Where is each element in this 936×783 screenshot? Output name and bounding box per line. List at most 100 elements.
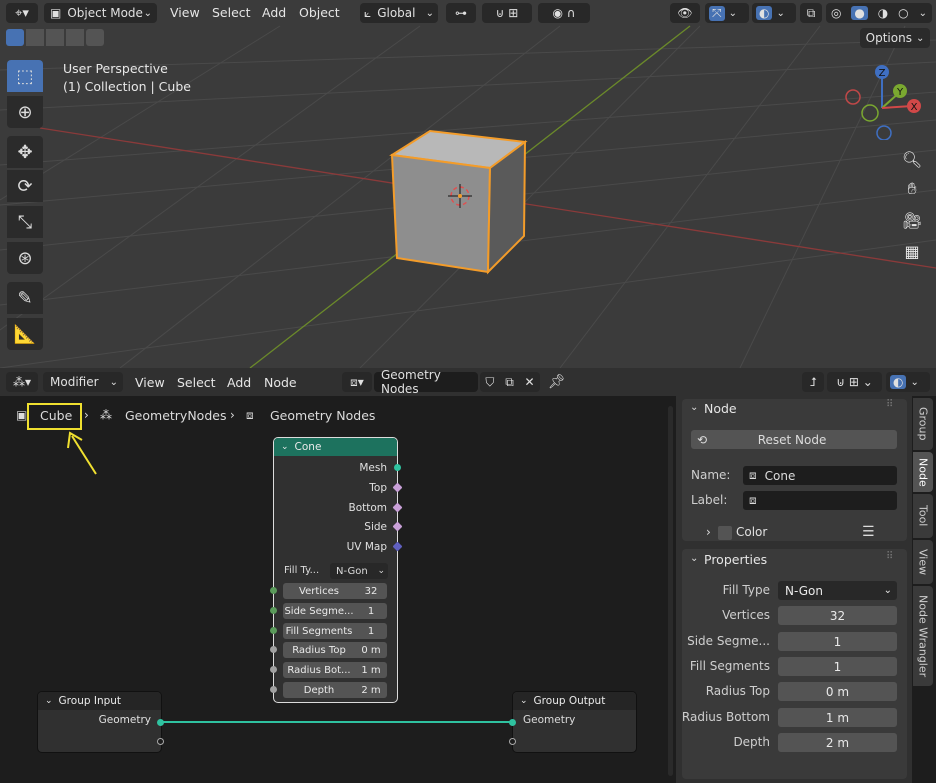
color-label[interactable]: Color [736, 525, 767, 539]
menu-node[interactable]: Node [264, 375, 297, 390]
object-mode-dropdown[interactable]: ▣ Object Mode ⌄ [44, 3, 157, 23]
camera-view-button[interactable]: 🎥︎ [897, 206, 927, 234]
navigation-gizmo[interactable]: Z Y X [840, 60, 930, 140]
pivot-point-button[interactable]: ⊶ [446, 3, 476, 23]
group-output-header[interactable]: ⌄ Group Output [513, 692, 636, 710]
group-output-node[interactable]: ⌄ Group Output Geometry [512, 691, 637, 753]
drag-handle-icon[interactable]: ⠿ [886, 399, 893, 410]
chevron-down-icon[interactable]: ⌄ [690, 553, 698, 564]
depth-field[interactable]: Depth 2 m [283, 682, 387, 698]
menu-select[interactable]: Select [177, 375, 216, 390]
menu-add[interactable]: Add [262, 5, 286, 20]
material-shading-icon[interactable]: ◑ [878, 6, 888, 20]
select-new-icon[interactable] [6, 29, 24, 46]
select-invert-icon[interactable] [66, 29, 84, 46]
menu-select[interactable]: Select [212, 5, 251, 20]
socket-group-output-geometry[interactable] [509, 719, 516, 726]
name-field[interactable]: ⧈ Cone [743, 466, 897, 485]
socket-group-input-geometry[interactable] [157, 719, 164, 726]
socket-depth-in[interactable] [270, 686, 277, 693]
transform-tool[interactable]: ⊛ [7, 242, 43, 274]
radius-bottom-field[interactable]: Radius Bot... 1 m [283, 662, 387, 678]
collapse-chevron-icon[interactable]: ⌄ [520, 696, 528, 706]
prop-radius-bottom-field[interactable]: 1 m [778, 708, 897, 727]
select-subtract-icon[interactable] [46, 29, 64, 46]
move-tool[interactable]: ✥ [7, 136, 43, 168]
xray-toggle[interactable]: ⧉ [800, 3, 822, 23]
transform-orientation-dropdown[interactable]: ⟀ Global ⌄ [360, 3, 438, 23]
options-dropdown[interactable]: Options ⌄ [860, 28, 930, 48]
menu-view[interactable]: View [135, 375, 165, 390]
measure-tool[interactable]: 📐 [7, 318, 43, 350]
proportional-edit-button[interactable]: ◉ ∩ [538, 3, 590, 23]
chevron-right-icon[interactable]: › [706, 525, 711, 539]
context-dropdown[interactable]: Modifier ⌄ [43, 372, 123, 392]
shading-modes[interactable]: ◎ ● ◑ ○ ⌄ [826, 3, 932, 23]
node-tree-browse[interactable]: ⧈▾ [342, 372, 372, 392]
socket-group-output-empty[interactable] [509, 738, 516, 745]
select-intersect-icon[interactable] [86, 29, 104, 46]
3d-viewport[interactable]: ⌖▾ ▣ Object Mode ⌄ View Select Add Objec… [0, 0, 936, 368]
prop-side-segments-field[interactable]: 1 [778, 632, 897, 651]
drag-handle-icon[interactable]: ⠿ [886, 551, 893, 562]
parent-node-tree-button[interactable]: ⮥ [802, 372, 824, 392]
visibility-button[interactable]: 👁 [670, 3, 700, 23]
fake-user-shield-icon[interactable]: ⛉ [485, 375, 494, 390]
socket-vertices-in[interactable] [270, 587, 277, 594]
prop-fill-segments-field[interactable]: 1 [778, 657, 897, 676]
socket-side-segments-in[interactable] [270, 607, 277, 614]
cone-node[interactable]: ⌄ Cone Mesh Top Bottom Side UV Map Fill T… [273, 437, 398, 703]
collapse-chevron-icon[interactable]: ⌄ [281, 442, 289, 452]
menu-object[interactable]: Object [299, 5, 340, 20]
group-input-node[interactable]: ⌄ Group Input Geometry [37, 691, 162, 753]
prop-vertices-field[interactable]: 32 [778, 606, 897, 625]
list-icon[interactable]: ☰ [862, 524, 875, 540]
snap-button[interactable]: ⊍ ⊞ [482, 3, 532, 23]
side-segments-field[interactable]: Side Segme... 1 [283, 603, 387, 619]
solid-shading-icon[interactable]: ● [851, 6, 868, 20]
fill-segments-field[interactable]: Fill Segments 1 [283, 623, 387, 639]
scrollbar[interactable] [668, 406, 673, 776]
scale-tool[interactable]: ⤡ [7, 206, 43, 238]
wireframe-shading-icon[interactable]: ◎ [831, 6, 841, 20]
menu-add[interactable]: Add [227, 375, 251, 390]
vertices-field[interactable]: Vertices 32 [283, 583, 387, 599]
pin-icon[interactable]: 📌︎ [548, 374, 566, 390]
prop-fill-type-dropdown[interactable]: N-Gon ⌄ [778, 581, 897, 600]
menu-view[interactable]: View [170, 5, 200, 20]
color-checkbox[interactable] [718, 526, 732, 540]
radius-top-field[interactable]: Radius Top 0 m [283, 642, 387, 658]
reset-node-button[interactable]: ⟲ Reset Node [691, 430, 897, 449]
editor-type-menu[interactable]: ⁂▾ [6, 372, 38, 392]
overlays-toggle[interactable]: ◐ ⌄ [886, 372, 930, 392]
rotate-tool[interactable]: ⟳ [7, 170, 43, 202]
prop-depth-field[interactable]: 2 m [778, 733, 897, 752]
label-field[interactable]: ⧈ [743, 491, 897, 510]
tab-node-wrangler[interactable]: Node Wrangler [913, 586, 933, 686]
perspective-toggle[interactable]: ▦ [897, 237, 927, 265]
socket-radius-bottom-in[interactable] [270, 666, 277, 673]
socket-mesh[interactable] [394, 464, 401, 471]
cone-node-header[interactable]: ⌄ Cone [274, 438, 397, 456]
socket-radius-top-in[interactable] [270, 646, 277, 653]
node-section-title[interactable]: Node [704, 401, 737, 416]
node-editor-canvas[interactable]: ▣ Cube › ⁂ GeometryNodes › ⧈ Geometry No… [0, 396, 676, 783]
select-box-tool[interactable]: ⬚ [7, 60, 43, 92]
overlays-toggle[interactable]: ◐ ⌄ [752, 3, 796, 23]
snap-button[interactable]: ⊍ ⊞ ⌄ [827, 372, 882, 392]
prop-radius-top-field[interactable]: 0 m [778, 682, 897, 701]
tab-tool[interactable]: Tool [913, 494, 933, 538]
duplicate-icon[interactable]: ⧉ [505, 375, 514, 390]
editor-type-menu[interactable]: ⌖▾ [6, 3, 38, 23]
fill-type-dropdown[interactable]: N-Gon ⌄ [330, 563, 388, 579]
node-tree-name-field[interactable]: Geometry Nodes [374, 368, 478, 396]
tab-node[interactable]: Node [913, 452, 933, 492]
socket-fill-segments-in[interactable] [270, 627, 277, 634]
cursor-tool[interactable]: ⊕ [7, 96, 43, 128]
pan-button[interactable]: ✋︎ [897, 175, 927, 203]
close-icon[interactable]: ✕ [525, 375, 535, 389]
chevron-down-icon[interactable]: ⌄ [690, 402, 698, 413]
annotate-tool[interactable]: ✎ [7, 282, 43, 314]
rendered-shading-icon[interactable]: ○ [898, 6, 908, 20]
tab-group[interactable]: Group [913, 398, 933, 450]
